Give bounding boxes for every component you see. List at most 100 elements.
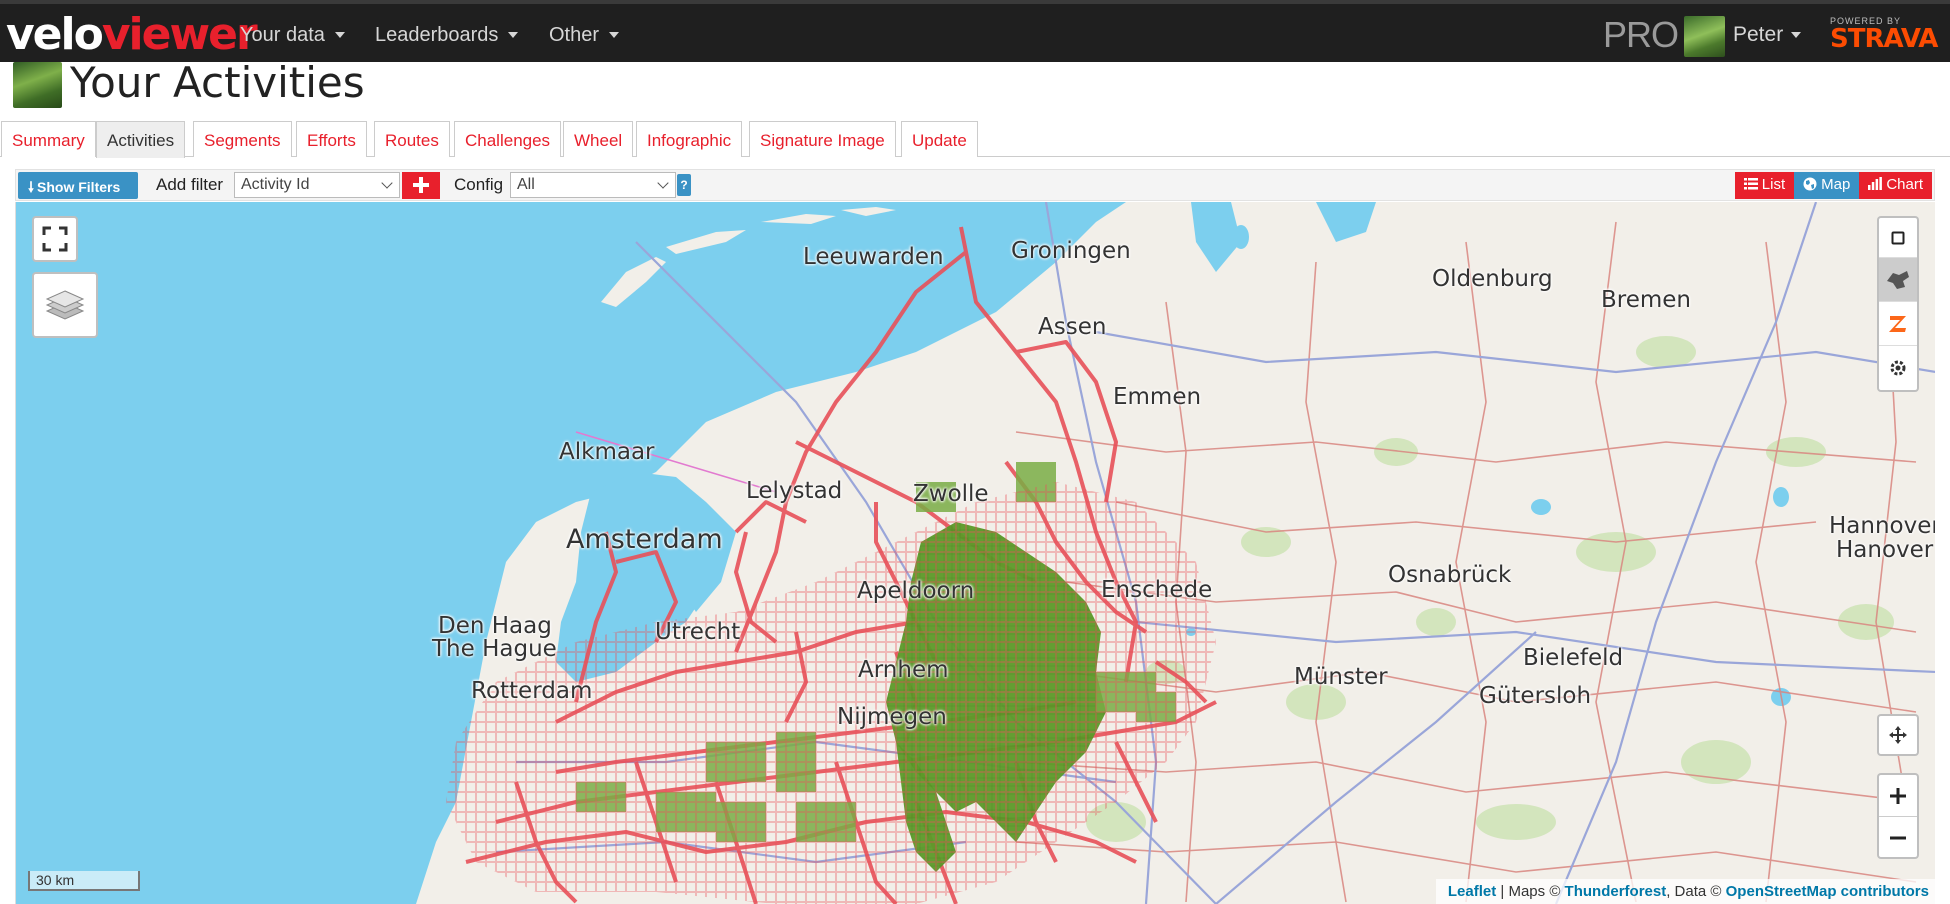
city-label-bielefeld: Bielefeld (1523, 645, 1624, 671)
zoom-in-button[interactable] (1879, 775, 1917, 817)
tab-segments[interactable]: Segments (193, 121, 292, 157)
tab-challenges[interactable]: Challenges (454, 121, 562, 157)
caret-down-icon (1791, 32, 1802, 38)
explorer-region-button[interactable] (1879, 258, 1917, 302)
zwift-icon (1889, 315, 1906, 332)
bar-chart-icon (1868, 177, 1883, 190)
tab-routes[interactable]: Routes (374, 121, 450, 157)
city-label-the-hague: The Hague (432, 636, 557, 662)
config-select[interactable]: All (510, 172, 676, 198)
globe-icon (1803, 177, 1817, 191)
draw-rectangle-button[interactable] (1879, 218, 1917, 258)
locate-button[interactable] (1877, 714, 1919, 756)
config-label: Config (454, 175, 504, 194)
filter-type-select[interactable]: Activity Id (234, 172, 400, 198)
city-label-osnabruck: Osnabrück (1388, 562, 1512, 588)
zoom-control (1877, 773, 1919, 859)
openstreetmap-link[interactable]: OpenStreetMap contributors (1726, 883, 1929, 900)
fullscreen-button[interactable] (32, 216, 78, 262)
show-filters-button[interactable]: 🠗 Show Filters (18, 172, 138, 199)
nav-your-data-menu[interactable]: Your data (240, 8, 345, 62)
map-scale: 30 km (28, 871, 140, 891)
top-navbar: velo viewer Your data Leaderboards Other … (0, 0, 1950, 62)
tab-update[interactable]: Update (901, 121, 978, 157)
view-list-label: List (1761, 176, 1786, 193)
config-help-button[interactable]: ? (677, 174, 691, 196)
veloviewer-logo[interactable]: velo viewer (6, 8, 258, 60)
city-label-arnhem: Arnhem (858, 657, 949, 683)
zwift-button[interactable] (1879, 302, 1917, 346)
city-label-emmen: Emmen (1113, 384, 1202, 410)
nav-other-label: Other (549, 23, 600, 46)
city-label-alkmaar: Alkmaar (559, 439, 655, 465)
logo-text-viewer: viewer (101, 8, 258, 60)
layers-button[interactable] (32, 272, 98, 338)
tab-efforts[interactable]: Efforts (296, 121, 367, 157)
city-label-lelystad: Lelystad (746, 478, 843, 504)
map-settings-button[interactable] (1879, 346, 1917, 390)
activity-map[interactable]: Leeuwarden Groningen Oldenburg Bremen As… (15, 202, 1935, 904)
thunderforest-link[interactable]: Thunderforest (1565, 883, 1667, 900)
city-label-oldenburg: Oldenburg (1432, 266, 1553, 292)
layers-icon (45, 290, 85, 320)
powered-by-strava[interactable]: POWERED BY STRAVA (1830, 16, 1942, 52)
city-label-nijmegen: Nijmegen (837, 704, 947, 730)
add-filter-button[interactable] (402, 172, 440, 199)
view-list-button[interactable]: List (1734, 172, 1795, 199)
map-attribution: Leaflet | Maps © Thunderforest, Data © O… (1435, 879, 1935, 904)
caret-down-icon (609, 32, 620, 38)
view-chart-button[interactable]: Chart (1859, 172, 1932, 199)
tab-signature-image[interactable]: Signature Image (749, 121, 896, 157)
filter-toolbar: 🠗 Show Filters Add filter Activity Id Con… (15, 169, 1935, 201)
chevron-down-icon (657, 177, 669, 189)
city-label-hanover: Hanover (1836, 537, 1934, 563)
show-filters-label: Show Filters (37, 179, 121, 195)
city-label-hannover: Hannover (1829, 513, 1935, 539)
view-chart-label: Chart (1886, 176, 1923, 193)
nav-leaderboards-label: Leaderboards (375, 23, 499, 46)
pro-badge: PRO (1603, 14, 1679, 55)
city-label-leeuwarden: Leeuwarden (803, 244, 944, 270)
nav-your-data-label: Your data (240, 23, 325, 46)
city-label-enschede: Enschede (1101, 577, 1213, 603)
view-map-label: Map (1821, 176, 1851, 193)
square-icon (1891, 231, 1905, 244)
zoom-out-button[interactable] (1879, 817, 1917, 859)
minus-icon (1890, 836, 1906, 840)
caret-down-icon (508, 32, 519, 38)
tab-bar: Summary Activities Segments Efforts Rout… (0, 121, 1950, 158)
add-filter-label: Add filter (156, 175, 224, 194)
nav-other-menu[interactable]: Other (549, 8, 620, 62)
move-icon (1889, 726, 1907, 744)
right-toolbar (1877, 216, 1919, 392)
gear-icon (1890, 360, 1906, 376)
tab-activities[interactable]: Activities (96, 121, 186, 158)
config-value: All (517, 176, 535, 193)
strava-logo: STRAVA (1830, 24, 1938, 54)
city-label-rotterdam: Rotterdam (471, 678, 593, 704)
city-label-gutersloh: Gütersloh (1479, 683, 1592, 709)
city-label-munster: Münster (1294, 664, 1388, 690)
maps-prefix-text: | Maps © (1496, 883, 1565, 900)
user-name: Peter (1733, 23, 1784, 46)
tab-summary[interactable]: Summary (1, 121, 96, 157)
city-label-utrecht: Utrecht (655, 619, 741, 645)
data-prefix-text: , Data © (1666, 883, 1726, 900)
tab-wheel[interactable]: Wheel (563, 121, 634, 157)
user-menu[interactable]: Peter (1733, 8, 1802, 62)
city-label-bremen: Bremen (1601, 287, 1692, 313)
view-switcher: List Map Chart (1734, 172, 1932, 199)
leaflet-link[interactable]: Leaflet (1448, 883, 1496, 900)
list-icon (1743, 178, 1758, 190)
city-label-groningen: Groningen (1011, 238, 1131, 264)
logo-text-velo: velo (6, 8, 104, 60)
tab-infographic[interactable]: Infographic (636, 121, 743, 157)
plus-icon (413, 177, 429, 193)
view-map-button[interactable]: Map (1794, 172, 1860, 199)
chevron-down-icon (381, 177, 393, 189)
user-avatar[interactable] (1684, 16, 1725, 57)
title-avatar (13, 62, 62, 108)
city-label-amsterdam: Amsterdam (566, 524, 723, 555)
nav-leaderboards-menu[interactable]: Leaderboards (375, 8, 519, 62)
map-region-icon (1887, 270, 1909, 289)
